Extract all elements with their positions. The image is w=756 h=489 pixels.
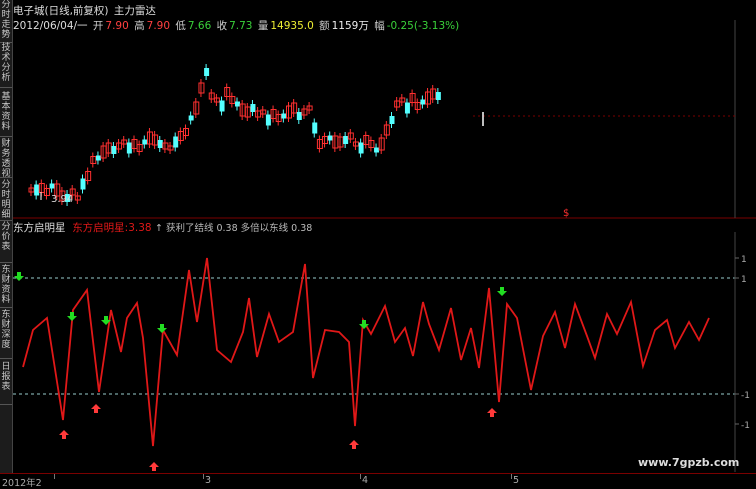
sidebar-item-4[interactable]: 分时明细 xyxy=(0,180,12,221)
watermark: www.7gpzb.com xyxy=(638,456,740,469)
sell-signal-arrow xyxy=(67,312,77,321)
sidebar-item-1[interactable]: 技术分析 xyxy=(0,43,12,88)
sell-signal-arrow xyxy=(157,324,167,333)
sidebar-item-3[interactable]: 财务透视 xyxy=(0,139,12,179)
sidebar-item-7[interactable]: 东财深度 xyxy=(0,310,12,359)
indicator-line xyxy=(22,257,710,447)
sell-signal-arrow xyxy=(497,287,507,296)
y-tick-label: -1 xyxy=(741,391,750,401)
x-axis-label: 4 xyxy=(362,475,369,486)
sidebar-item-2[interactable]: 基本资料 xyxy=(0,92,12,137)
y-tick-label: 1 xyxy=(741,275,747,285)
buy-signal-arrow xyxy=(487,408,497,417)
sell-signal-arrow xyxy=(14,272,24,281)
x-axis-tick xyxy=(54,474,55,479)
sidebar-item-6[interactable]: 东财资料 xyxy=(0,265,12,308)
x-axis-tick xyxy=(511,474,512,479)
x-axis-label: 3 xyxy=(205,475,212,486)
sidebar-item-0[interactable]: 分时走势 xyxy=(0,0,12,43)
buy-signal-arrow xyxy=(59,430,69,439)
y-tick-label: 1 xyxy=(741,255,747,265)
time-axis: 2012年2 3 4 5 xyxy=(0,473,756,489)
x-axis-tick xyxy=(360,474,361,479)
sidebar-item-5[interactable]: 分价表 xyxy=(0,222,12,263)
sidebar: 分时走势 技术分析基本资料财务透视 分时明细 分价表东财资料东财深度日报表 xyxy=(0,0,13,487)
buy-signal-arrow xyxy=(91,404,101,413)
buy-signal-arrow xyxy=(149,462,159,471)
x-axis-label: 5 xyxy=(513,475,520,486)
buy-signal-arrow xyxy=(349,440,359,449)
sidebar-item-8[interactable]: 日报表 xyxy=(0,362,12,405)
y-tick-label: -1 xyxy=(741,421,750,431)
indicator-chart[interactable]: 1 1 -1 -1 xyxy=(13,0,756,487)
x-axis-tick xyxy=(203,474,204,479)
